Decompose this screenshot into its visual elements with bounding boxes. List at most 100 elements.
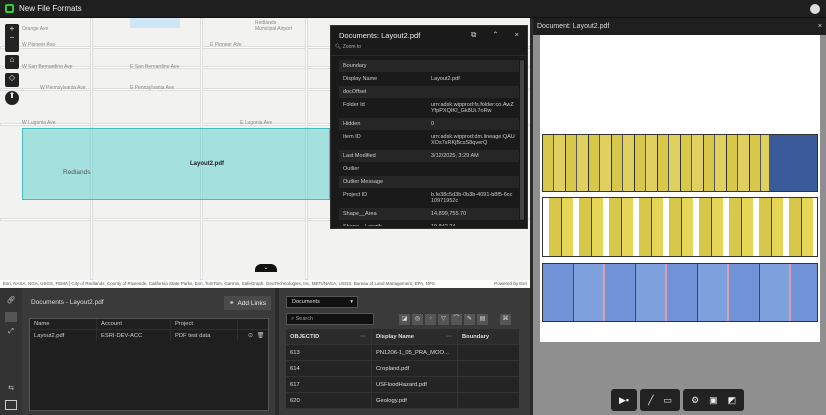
- more-icon[interactable]: ···: [360, 334, 366, 340]
- pdf-page[interactable]: [540, 35, 820, 342]
- layer-select[interactable]: Documents ▾: [286, 296, 358, 308]
- dock-icon[interactable]: ⧉: [471, 30, 476, 40]
- collapse-panel-button[interactable]: ⌄: [255, 264, 277, 272]
- table-row[interactable]: 613 PN1206-1_05_PRA_MOO...: [286, 345, 519, 361]
- field-value: urn:adsk.wipprod:fs.folder:co.AwZYfpPXQI…: [431, 102, 514, 114]
- cell-account: ESRI-DEV-ACC: [97, 330, 171, 341]
- map-attribution: Esri, NASA, NGA, USGS, FEMA | City of Re…: [0, 280, 530, 288]
- field-row: Outlier: [339, 163, 519, 176]
- field-value: 19,842.24: [431, 224, 515, 226]
- table-row[interactable]: Layout2.pdf ESRI-DEV-ACC PDF test data ⊙ 🗑︎: [30, 330, 268, 341]
- link-icon[interactable]: 🔗︎: [5, 296, 17, 306]
- add-links-button[interactable]: ⚭ Add Links: [224, 296, 271, 310]
- pdf-map-inset: [769, 135, 817, 191]
- document-viewer-panel: Document: Layout2.pdf ×: [533, 18, 826, 415]
- camera-add-icon[interactable]: ▶▪: [619, 395, 629, 406]
- cell-display-name: USFloodHazard.pdf: [372, 377, 458, 392]
- field-name: Shape__Area: [343, 211, 377, 217]
- field-row: Outlier Message: [339, 176, 519, 189]
- map-label: E Pennsylvania Ave: [130, 85, 175, 91]
- close-icon[interactable]: ×: [515, 30, 519, 40]
- table-row[interactable]: 620 Geology.pdf: [286, 393, 519, 409]
- field-name: Item ID: [343, 134, 361, 140]
- table-icon[interactable]: [5, 312, 17, 322]
- locate-button[interactable]: ◇: [5, 73, 19, 87]
- field-row: Shape__Area 14,899,755.70: [339, 208, 519, 221]
- expand-icon[interactable]: ◩: [728, 395, 737, 406]
- table-toolbar: ◪ ◎ ⁘ ▽ ⌒ ✎ ▤ ⌘: [399, 314, 511, 325]
- cell-objectid: 617: [286, 377, 372, 392]
- columns-icon[interactable]: ▤: [477, 314, 488, 325]
- zoom-to-button[interactable]: 🔍︎ Zoom to: [331, 44, 527, 56]
- table-row[interactable]: 614 Cropland.pdf: [286, 361, 519, 377]
- user-avatar[interactable]: [810, 4, 820, 14]
- delete-icon[interactable]: 🗑︎: [257, 333, 264, 339]
- zoom-in-button[interactable]: +: [5, 24, 19, 33]
- target-icon[interactable]: ◎: [412, 314, 423, 325]
- table-row[interactable]: 617 USFloodHazard.pdf: [286, 377, 519, 393]
- compass-button[interactable]: ⬆: [5, 91, 19, 105]
- zoom-selection-icon[interactable]: ◪: [399, 314, 410, 325]
- col-objectid[interactable]: OBJECTID ···: [286, 329, 372, 344]
- add-links-label: Add Links: [237, 299, 266, 307]
- field-row: Project ID b.fe38c5d3b-0b3b-4091-b8f5-6cc…: [339, 189, 519, 208]
- pdf-map-strip: [542, 263, 818, 322]
- map-label: E Pioneer Ave: [210, 42, 242, 48]
- map-label: E San Bernardino Ave: [130, 64, 180, 70]
- popup-title: Documents: Layout2.pdf: [339, 30, 421, 40]
- viewer-title: Document: Layout2.pdf: [537, 23, 610, 30]
- col-label: OBJECTID: [290, 333, 320, 340]
- cell-display-name: Geology.pdf: [372, 393, 458, 408]
- swap-icon[interactable]: ⇆: [5, 384, 17, 394]
- col-display-name[interactable]: Display Name ···: [372, 329, 458, 344]
- collapse-icon[interactable]: ⌃: [492, 30, 498, 40]
- layer-select-value: Documents: [292, 299, 320, 305]
- view-icon[interactable]: ⊙: [248, 333, 253, 339]
- layout-boundary-polygon[interactable]: Redlands Layout2.pdf: [22, 128, 330, 200]
- zoom-to-label: Zoom to: [342, 44, 362, 50]
- app-title: New File Formats: [19, 4, 82, 13]
- select-icon[interactable]: ⁘: [425, 314, 436, 325]
- folder-icon[interactable]: ▭: [664, 395, 673, 406]
- col-label: Display Name: [376, 333, 415, 340]
- field-name: Boundary: [343, 63, 367, 69]
- field-row: Display Name Layout2.pdf: [339, 73, 519, 86]
- more-icon[interactable]: ···: [446, 334, 452, 340]
- powered-by[interactable]: Powered by Esri: [494, 281, 527, 286]
- close-viewer-icon[interactable]: ×: [818, 23, 822, 30]
- layout-icon[interactable]: [5, 400, 17, 410]
- add-link-icon: ⚭: [229, 300, 235, 307]
- cell-project: PDF test data: [171, 330, 238, 341]
- attribute-table-panel: Documents ▾ ⌕ Search ◪ ◎ ⁘ ▽ ⌒ ✎ ▤ ⌘ OBJECTID ···…: [279, 288, 530, 415]
- search-input[interactable]: ⌕ Search: [286, 313, 374, 325]
- field-value: 0: [431, 121, 435, 127]
- popup-scrollbar[interactable]: [520, 60, 524, 220]
- col-boundary[interactable]: Boundary: [458, 334, 519, 340]
- edit-icon[interactable]: ✎: [464, 314, 475, 325]
- field-value: [431, 89, 515, 95]
- map-label: W Pennsylvania Ave: [40, 85, 86, 91]
- col-project[interactable]: Project: [171, 319, 238, 329]
- map-label: E Lugonia Ave: [240, 120, 273, 126]
- zoom-out-button[interactable]: −: [5, 33, 19, 42]
- field-name: Outlier: [343, 166, 360, 172]
- map-label: W San Bernardino Ave: [22, 64, 73, 70]
- polygon-label: Layout2.pdf: [190, 161, 224, 167]
- attribute-grid: OBJECTID ··· Display Name ··· Boundary 613 PN1…: [286, 329, 519, 409]
- home-button[interactable]: ⌂: [5, 55, 19, 69]
- relate-icon[interactable]: ⤢: [5, 328, 17, 338]
- col-name[interactable]: Name: [30, 319, 97, 329]
- settings-icon[interactable]: ⚙: [691, 395, 699, 406]
- water-body: [130, 18, 180, 28]
- search-placeholder: Search: [295, 316, 314, 322]
- options-icon[interactable]: ⌘: [500, 314, 511, 325]
- refresh-icon[interactable]: ⌒: [451, 314, 462, 325]
- measure-icon[interactable]: ╱: [648, 395, 653, 406]
- field-value: b.fe38c5d3b-0b3b-4091-b8f5-6cc10971952c: [431, 192, 513, 204]
- filter-icon[interactable]: ▽: [438, 314, 449, 325]
- col-account[interactable]: Account: [97, 319, 171, 329]
- field-value: [431, 166, 515, 172]
- save-icon[interactable]: ▣: [709, 395, 718, 406]
- field-row: Boundary: [339, 60, 519, 73]
- field-name: Project ID: [343, 192, 368, 198]
